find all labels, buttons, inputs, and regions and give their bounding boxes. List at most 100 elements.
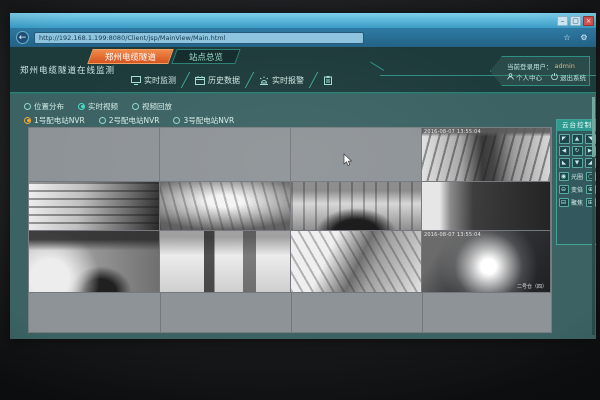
- camera-feed[interactable]: [29, 231, 159, 292]
- back-button[interactable]: ←: [16, 31, 29, 44]
- radio-location-map[interactable]: 位置分布: [24, 101, 64, 112]
- radio-icon: [173, 117, 180, 124]
- video-cell[interactable]: 2016-08-07 13:55:04: [422, 128, 551, 182]
- browser-window: – ▢ × ← http://192.168.1.199:8080/Client…: [10, 13, 596, 339]
- focus-near-button[interactable]: ⊟: [559, 198, 569, 207]
- video-cell[interactable]: [291, 128, 422, 182]
- browser-settings-icon[interactable]: ⚙: [578, 32, 590, 44]
- url-input[interactable]: http://192.168.1.199:8080/Client/jsp/Mai…: [34, 32, 364, 44]
- ptz-iris-row: ◉ 光圈 ○: [557, 170, 596, 183]
- focus-label: 聚焦: [571, 198, 584, 207]
- toolbar-item-label: 实时监测: [144, 75, 176, 86]
- camera-feed[interactable]: 2016-08-07 13:55:04: [422, 128, 550, 181]
- clipboard-icon: [323, 76, 333, 85]
- video-cell[interactable]: [29, 182, 160, 231]
- toolbar-item-history-data[interactable]: 历史数据: [186, 75, 249, 86]
- video-cell[interactable]: [291, 182, 422, 231]
- favorites-star-icon[interactable]: ☆: [561, 32, 573, 44]
- tab-site-overview[interactable]: 站点总览: [171, 49, 240, 64]
- video-cell[interactable]: [291, 231, 422, 293]
- camera-feed[interactable]: [160, 231, 290, 292]
- profile-link-label: 个人中心: [516, 72, 542, 82]
- calendar-icon: [195, 76, 205, 85]
- radio-nvr-1[interactable]: 1号配电站NVR: [24, 115, 85, 126]
- window-maximize-button[interactable]: ▢: [570, 16, 581, 26]
- toolbar-item-realtime-alarm[interactable]: 实时报警: [250, 75, 313, 86]
- camera-feed[interactable]: [422, 182, 550, 230]
- window-minimize-button[interactable]: –: [557, 16, 568, 26]
- video-cell[interactable]: [29, 128, 160, 182]
- radio-nvr-3[interactable]: 3号配电站NVR: [173, 115, 234, 126]
- wall-divider: [422, 293, 423, 332]
- nvr-row: 1号配电站NVR 2号配电站NVR 3号配电站NVR: [24, 113, 234, 127]
- wall-divider: [160, 293, 161, 332]
- ptz-up-button[interactable]: ▲: [572, 134, 583, 144]
- tab-label: 郑州电缆隧道: [105, 51, 156, 63]
- video-wall: 2016-08-07 13:55:04 2016-08-07 13:55:04 …: [28, 127, 552, 333]
- username: admin: [555, 62, 575, 70]
- login-user-label: 当前登录用户：: [507, 61, 553, 71]
- ptz-autoscan-button[interactable]: ↻: [572, 146, 583, 156]
- ptz-left-button[interactable]: ◀: [559, 146, 570, 156]
- radio-label: 实时视频: [88, 101, 118, 112]
- radio-label: 1号配电站NVR: [34, 115, 85, 126]
- ptz-down-left-button[interactable]: ◣: [559, 158, 570, 168]
- user-panel: 当前登录用户： admin 个人中心 退出系统: [490, 56, 590, 86]
- feed-camera-label: 二号仓（四）: [517, 283, 547, 290]
- header-deco-diagonal: [370, 62, 384, 71]
- scrollbar-thumb[interactable]: [592, 97, 595, 157]
- radio-icon: [99, 117, 106, 124]
- profile-link[interactable]: 个人中心: [507, 72, 542, 82]
- page-scrollbar[interactable]: [592, 97, 595, 335]
- video-cell[interactable]: [422, 182, 551, 231]
- video-cell[interactable]: [29, 231, 160, 293]
- mouse-cursor: [343, 152, 353, 171]
- radio-label: 2号配电站NVR: [109, 115, 160, 126]
- radio-label: 3号配电站NVR: [183, 115, 234, 126]
- toolbar-item-realtime-monitor[interactable]: 实时监测: [122, 75, 185, 86]
- browser-addressbar: ← http://192.168.1.199:8080/Client/jsp/M…: [10, 28, 596, 47]
- window-close-button[interactable]: ×: [583, 16, 594, 26]
- camera-feed[interactable]: [29, 128, 159, 181]
- header-bottom-line: [10, 93, 596, 94]
- camera-feed[interactable]: [291, 231, 421, 292]
- radio-video-playback[interactable]: 视频回放: [132, 101, 172, 112]
- radio-icon: [132, 103, 139, 110]
- app-header: 郑州电缆隧道在线监测 郑州电缆隧道 站点总览 实时监测: [10, 47, 596, 93]
- ptz-panel: 云台控制 ◤ ▲ ◥ ◀ ↻ ▶ ◣ ▼ ◢ ◉ 光圈 ○ ⊖ 变倍 ⊕: [556, 119, 596, 245]
- logout-link[interactable]: 退出系统: [551, 72, 586, 82]
- toolbar-item-report[interactable]: [314, 76, 345, 85]
- system-title: 郑州电缆隧道在线监测: [20, 64, 115, 76]
- zoom-label: 变倍: [571, 185, 584, 194]
- zoom-out-button[interactable]: ⊖: [559, 185, 569, 194]
- view-mode-row: 位置分布 实时视频 视频回放: [24, 99, 234, 113]
- camera-feed[interactable]: [160, 182, 290, 230]
- radio-nvr-2[interactable]: 2号配电站NVR: [99, 115, 160, 126]
- alarm-icon: [259, 76, 269, 85]
- monitor-icon: [131, 76, 141, 85]
- browser-titlebar[interactable]: – ▢ ×: [10, 13, 596, 28]
- radio-icon: [78, 103, 85, 110]
- iris-minus-button[interactable]: ◉: [559, 172, 569, 181]
- camera-feed[interactable]: [160, 128, 290, 181]
- video-cell[interactable]: 2016-08-07 13:55:04 二号仓（四）: [422, 231, 551, 293]
- tab-cable-tunnel[interactable]: 郑州电缆隧道: [87, 49, 173, 64]
- camera-feed[interactable]: [291, 182, 421, 230]
- radio-icon: [24, 117, 31, 124]
- person-icon: [507, 73, 514, 80]
- ptz-up-left-button[interactable]: ◤: [559, 134, 570, 144]
- toolbar-item-label: 历史数据: [208, 75, 240, 86]
- video-cell[interactable]: [160, 182, 291, 231]
- user-links-line: 个人中心 退出系统: [507, 71, 585, 82]
- camera-feed[interactable]: 2016-08-07 13:55:04 二号仓（四）: [422, 231, 550, 292]
- site-tabs: 郑州电缆隧道 站点总览: [90, 49, 238, 64]
- main-toolbar: 实时监测 历史数据 实时报警: [122, 71, 345, 89]
- radio-live-video[interactable]: 实时视频: [78, 101, 118, 112]
- login-user-line: 当前登录用户： admin: [507, 60, 585, 71]
- camera-feed[interactable]: [29, 182, 159, 230]
- video-cell[interactable]: [160, 231, 291, 293]
- logout-link-label: 退出系统: [560, 72, 586, 82]
- camera-feed[interactable]: [291, 128, 421, 181]
- video-cell[interactable]: [160, 128, 291, 182]
- ptz-down-button[interactable]: ▼: [572, 158, 583, 168]
